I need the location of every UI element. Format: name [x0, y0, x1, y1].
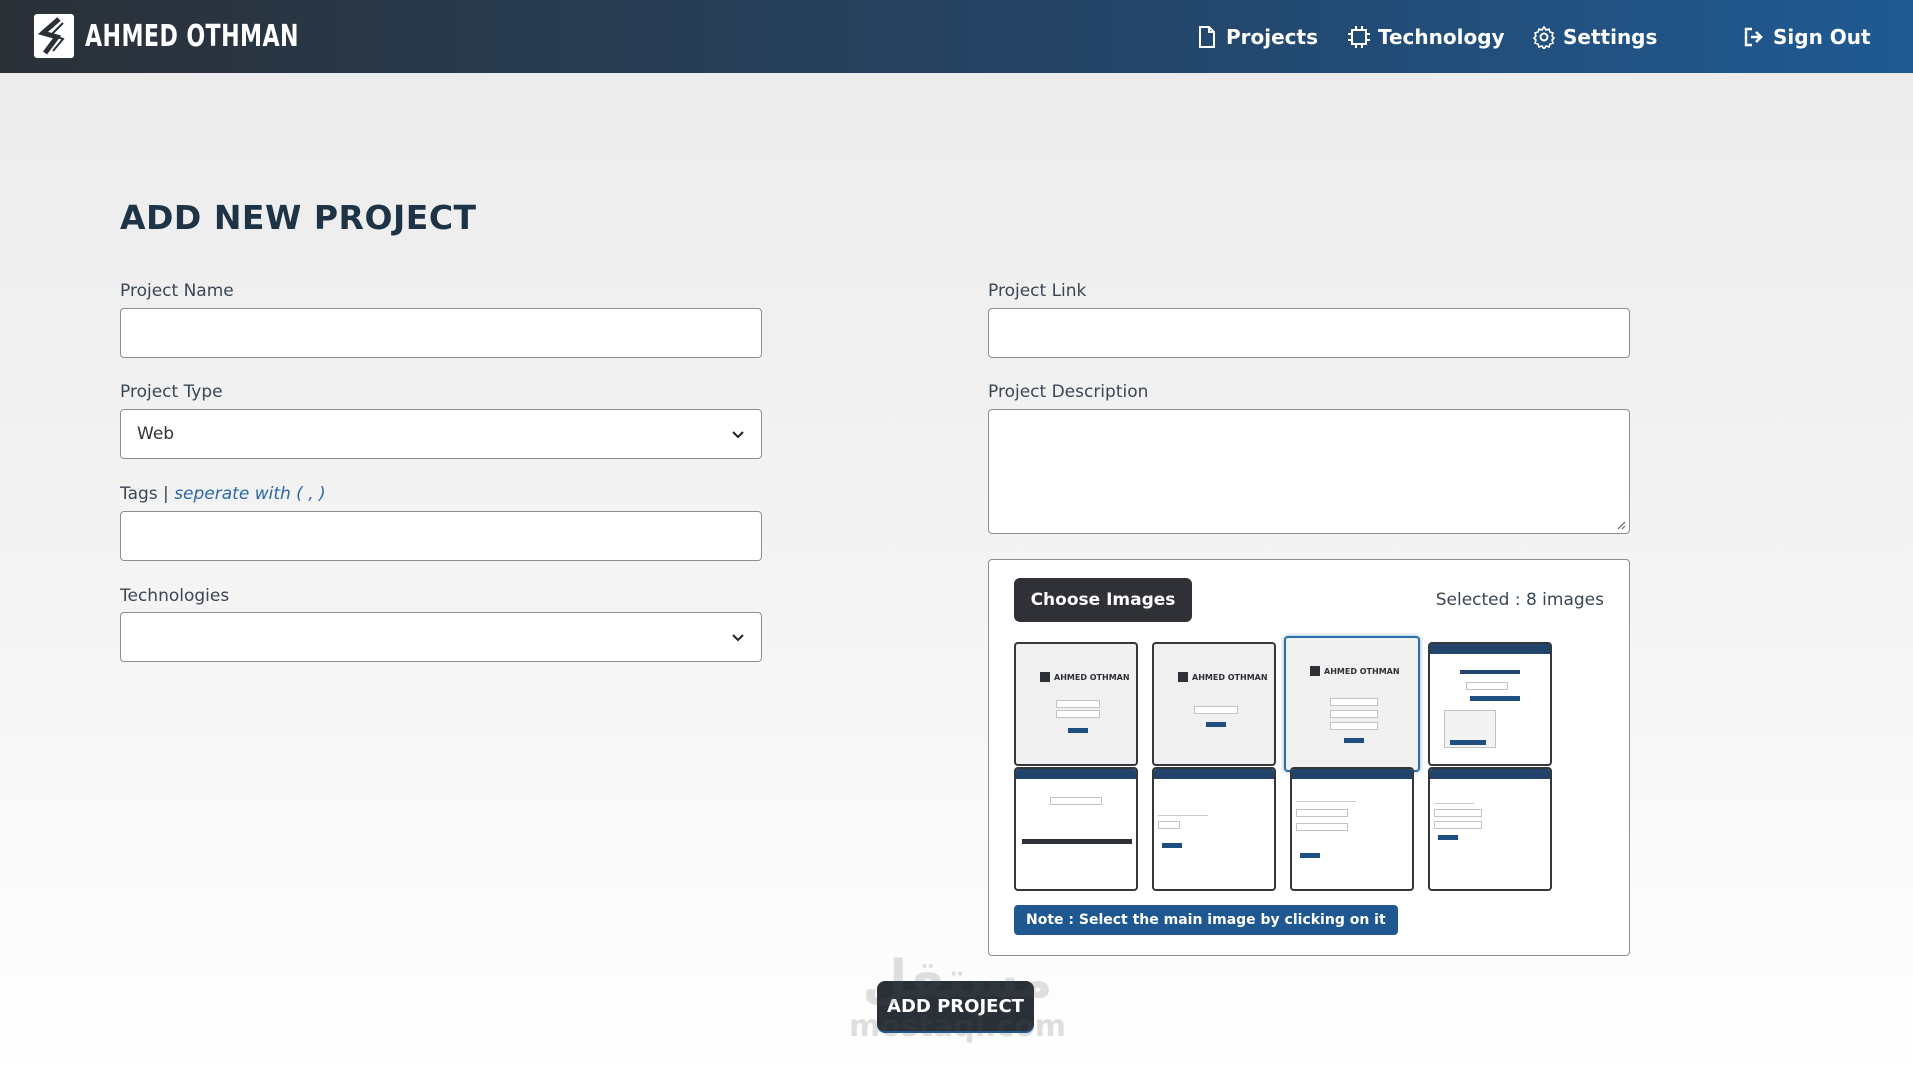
nav-technology[interactable]: Technology: [1347, 25, 1505, 49]
nav-technology-wrap: Technology: [1347, 0, 1505, 73]
thumbnail-logo: AHMED OTHMAN: [1310, 666, 1400, 676]
thumbnail-logo: AHMED OTHMAN: [1178, 672, 1268, 682]
project-description-label: Project Description: [988, 382, 1149, 402]
technologies-select[interactable]: [120, 612, 762, 662]
project-name-label: Project Name: [120, 281, 234, 301]
brand-name: AHMED OTHMAN: [85, 18, 299, 54]
sign-out-label: Sign Out: [1773, 24, 1871, 49]
nav-projects-label: Projects: [1226, 24, 1319, 49]
choose-images-button[interactable]: Choose Images: [1014, 578, 1192, 622]
technologies-label: Technologies: [120, 586, 230, 606]
thumbnail-logo: AHMED OTHMAN: [1040, 672, 1130, 682]
nav-technology-label: Technology: [1378, 24, 1505, 49]
nav-projects-wrap: Projects: [1195, 0, 1318, 73]
image-thumbnail[interactable]: [1014, 767, 1138, 891]
project-link-label: Project Link: [988, 281, 1087, 301]
nav-settings-label: Settings: [1563, 24, 1658, 49]
gear-icon: [1532, 25, 1556, 49]
tags-separator: |: [163, 484, 169, 504]
chevron-down-icon: [732, 431, 744, 439]
image-thumbnail[interactable]: [1152, 767, 1276, 891]
brand[interactable]: AHMED OTHMAN: [33, 13, 346, 59]
image-thumbnail[interactable]: AHMED OTHMAN: [1014, 642, 1138, 766]
tags-input[interactable]: [120, 511, 762, 561]
project-name-input[interactable]: [120, 308, 762, 358]
image-thumbnail[interactable]: [1290, 767, 1414, 891]
file-icon: [1199, 25, 1215, 48]
selected-images-count: Selected : 8 images: [1435, 590, 1604, 610]
sign-out-button[interactable]: Sign Out: [1742, 25, 1871, 49]
project-link-input[interactable]: [988, 308, 1630, 358]
add-project-button[interactable]: ADD PROJECT: [877, 981, 1034, 1031]
brand-logo-icon: [34, 14, 74, 58]
main-image-note: Note : Select the main image by clicking…: [1014, 905, 1398, 935]
image-thumbnail[interactable]: AHMED OTHMAN: [1152, 642, 1276, 766]
project-type-value: Web: [137, 424, 175, 444]
image-thumbnail[interactable]: [1428, 767, 1552, 891]
project-type-label: Project Type: [120, 382, 223, 402]
project-description-textarea[interactable]: [988, 409, 1630, 534]
project-type-select[interactable]: Web: [120, 409, 762, 459]
nav-settings-wrap: Settings: [1532, 0, 1657, 73]
image-thumbnail[interactable]: [1428, 642, 1552, 766]
nav-signout-wrap: Sign Out: [1742, 0, 1871, 73]
chip-icon: [1348, 25, 1370, 48]
chevron-down-icon: [732, 634, 744, 642]
nav-projects[interactable]: Projects: [1195, 25, 1318, 49]
sign-out-icon: [1744, 27, 1763, 46]
image-thumbnail-main[interactable]: AHMED OTHMAN: [1284, 636, 1420, 772]
page-title: ADD NEW PROJECT: [120, 198, 477, 237]
tags-hint: seperate with ( , ): [174, 484, 326, 504]
nav-settings[interactable]: Settings: [1532, 25, 1657, 49]
top-navbar: AHMED OTHMAN Projects Technology Setting…: [0, 0, 1913, 73]
tags-label-group: Tags | seperate with ( , ): [120, 484, 326, 504]
tags-label: Tags: [120, 484, 158, 504]
resize-grip-icon[interactable]: [1616, 520, 1626, 530]
images-panel: Choose Images Selected : 8 images AHMED …: [988, 559, 1630, 956]
